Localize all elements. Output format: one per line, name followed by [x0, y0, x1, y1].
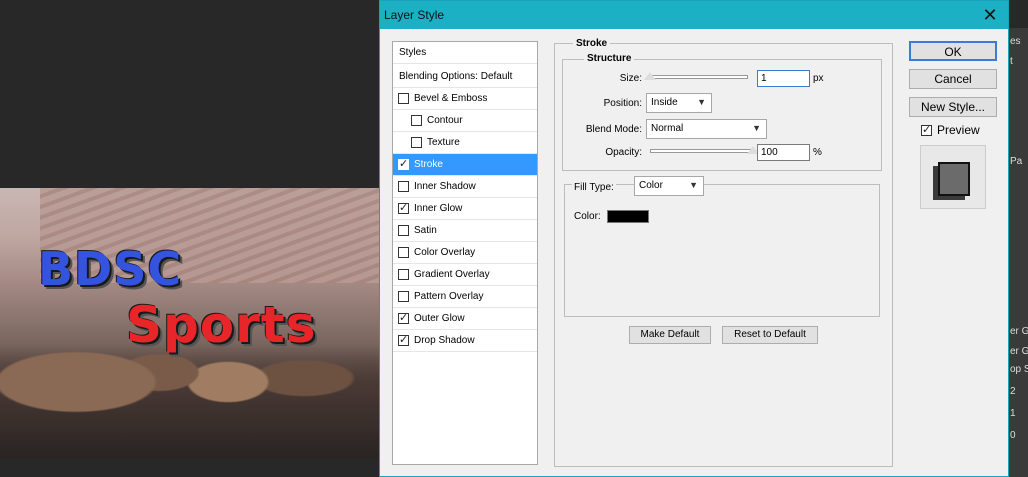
- position-label: Position:: [603, 98, 642, 109]
- color-swatch[interactable]: [607, 210, 649, 223]
- color-label: Color:: [574, 211, 601, 222]
- style-item-checkbox[interactable]: [398, 225, 409, 236]
- style-item-checkbox[interactable]: [398, 333, 409, 346]
- size-slider[interactable]: [650, 75, 748, 79]
- panel-text: Pa: [1010, 156, 1023, 167]
- fill-type-group: [564, 184, 880, 317]
- panel-text: t: [1010, 56, 1013, 67]
- make-default-button[interactable]: Make Default: [629, 326, 711, 344]
- style-preview: [920, 145, 986, 209]
- fill-type-value: Color: [639, 180, 663, 191]
- style-item-label: Color Overlay: [414, 247, 476, 258]
- canvas-title-line2: Sports: [126, 296, 317, 354]
- style-item-checkbox[interactable]: [398, 269, 409, 280]
- style-item-label: Drop Shadow: [414, 335, 475, 346]
- style-item-label: Pattern Overlay: [414, 291, 484, 302]
- style-item-satin[interactable]: Satin: [393, 220, 537, 242]
- opacity-input[interactable]: 100: [757, 144, 810, 161]
- dialog-title: Layer Style: [384, 8, 445, 22]
- style-item-label: Contour: [427, 115, 463, 126]
- style-item-label: Stroke: [414, 159, 443, 170]
- style-item-checkbox[interactable]: [398, 311, 409, 324]
- style-item-checkbox[interactable]: [398, 157, 409, 170]
- panel-text: 0: [1010, 430, 1016, 441]
- size-unit: px: [813, 73, 824, 84]
- opacity-label: Opacity:: [605, 147, 642, 158]
- preview-label: Preview: [937, 123, 980, 137]
- style-item-checkbox[interactable]: [398, 201, 409, 214]
- style-item-label: Outer Glow: [414, 313, 465, 324]
- panel-text: er G: [1010, 326, 1028, 337]
- blend-mode-value: Normal: [651, 123, 684, 134]
- structure-group-title: Structure: [584, 53, 635, 64]
- panel-text: er G: [1010, 346, 1028, 357]
- blending-options-item[interactable]: Blending Options: Default: [393, 66, 537, 88]
- position-select[interactable]: Inside ▼: [646, 93, 712, 113]
- chevron-down-icon: ▼: [697, 97, 706, 107]
- style-item-color-overlay[interactable]: Color Overlay: [393, 242, 537, 264]
- style-item-checkbox[interactable]: [398, 291, 409, 302]
- style-item-drop-shadow[interactable]: Drop Shadow: [393, 330, 537, 352]
- style-item-checkbox[interactable]: [398, 93, 409, 104]
- position-value: Inside: [651, 97, 678, 108]
- style-item-label: Satin: [414, 225, 437, 236]
- style-item-label: Inner Shadow: [414, 181, 476, 192]
- ok-button[interactable]: OK: [909, 41, 997, 61]
- style-item-checkbox[interactable]: [398, 181, 409, 192]
- size-label: Size:: [619, 73, 642, 84]
- style-item-inner-shadow[interactable]: Inner Shadow: [393, 176, 537, 198]
- fill-type-select[interactable]: Color ▼: [634, 176, 704, 196]
- style-item-stroke[interactable]: Stroke: [393, 154, 537, 176]
- preview-checkbox[interactable]: [921, 123, 932, 136]
- fill-type-label: Fill Type:: [572, 182, 616, 193]
- panel-text: op Sh: [1010, 364, 1028, 375]
- style-item-texture[interactable]: Texture: [393, 132, 537, 154]
- chevron-down-icon: ▼: [689, 180, 698, 190]
- chevron-down-icon: ▼: [752, 123, 761, 133]
- styles-list: Styles Blending Options: Default Bevel &…: [392, 41, 538, 465]
- opacity-unit: %: [813, 147, 822, 158]
- style-item-outer-glow[interactable]: Outer Glow: [393, 308, 537, 330]
- style-item-label: Texture: [427, 137, 460, 148]
- preview-swatch: [938, 162, 970, 196]
- stroke-group-title: Stroke: [573, 38, 611, 49]
- style-item-checkbox[interactable]: [398, 247, 409, 258]
- panel-text: 2: [1010, 386, 1016, 397]
- size-input[interactable]: 1: [757, 70, 810, 87]
- new-style-button[interactable]: New Style...: [909, 97, 997, 117]
- dialog-titlebar[interactable]: Layer Style ✕: [380, 1, 1008, 29]
- close-icon[interactable]: ✕: [980, 5, 1000, 25]
- style-item-label: Bevel & Emboss: [414, 93, 488, 104]
- style-item-checkbox[interactable]: [411, 115, 422, 126]
- styles-header[interactable]: Styles: [393, 42, 537, 64]
- layer-style-dialog: Layer Style ✕ Styles Blending Options: D…: [379, 0, 1009, 477]
- reset-to-default-button[interactable]: Reset to Default: [722, 326, 818, 344]
- panel-text: es: [1010, 36, 1021, 47]
- cancel-button[interactable]: Cancel: [909, 69, 997, 89]
- style-item-checkbox[interactable]: [411, 137, 422, 148]
- size-slider-thumb[interactable]: [644, 72, 656, 80]
- style-item-label: Inner Glow: [414, 203, 463, 214]
- style-item-gradient-overlay[interactable]: Gradient Overlay: [393, 264, 537, 286]
- document-canvas: BDSC Sports: [0, 188, 380, 458]
- right-panel-strip: es t Pa er G er G op Sh 2 1 0: [1008, 28, 1028, 477]
- blend-mode-select[interactable]: Normal ▼: [646, 119, 767, 139]
- opacity-slider[interactable]: [650, 149, 753, 153]
- style-item-bevel-emboss[interactable]: Bevel & Emboss: [393, 88, 537, 110]
- style-item-label: Gradient Overlay: [414, 269, 490, 280]
- canvas-title-line1: BDSC: [38, 242, 183, 296]
- preview-checkbox-row[interactable]: Preview: [921, 123, 980, 137]
- blend-mode-label: Blend Mode:: [585, 124, 642, 135]
- panel-text: 1: [1010, 408, 1016, 419]
- style-item-contour[interactable]: Contour: [393, 110, 537, 132]
- style-item-pattern-overlay[interactable]: Pattern Overlay: [393, 286, 537, 308]
- style-item-inner-glow[interactable]: Inner Glow: [393, 198, 537, 220]
